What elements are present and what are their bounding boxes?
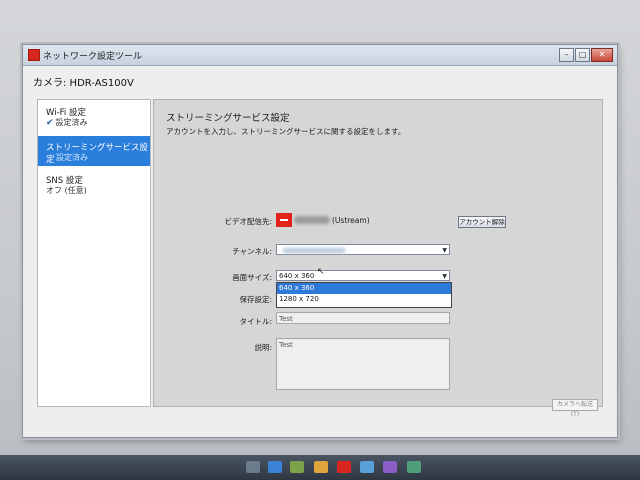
mouse-cursor-icon: ↖: [317, 267, 325, 277]
channel-label: チャンネル:: [232, 247, 272, 256]
sidebar-item-status: オフ (任意): [46, 186, 87, 195]
screen-size-label: 画面サイズ:: [232, 273, 272, 282]
screen-size-value: 640 x 360: [279, 272, 315, 280]
taskbar-app-icon[interactable]: [246, 461, 260, 473]
window-controls: – □ ✕: [559, 48, 613, 62]
chevron-down-icon: ▼: [442, 247, 447, 254]
ustream-logo-icon: [276, 213, 292, 227]
account-release-button[interactable]: アカウント解除: [458, 216, 506, 228]
sidebar-item-sns[interactable]: SNS 設定 オフ (任意): [38, 170, 150, 200]
check-icon: ✔: [46, 118, 54, 128]
close-button[interactable]: ✕: [591, 48, 613, 62]
service-name: (Ustream): [332, 216, 370, 225]
window-titlebar: ネットワーク設定ツール – □ ✕: [23, 45, 617, 66]
app-icon: [28, 49, 40, 61]
taskbar-app-icon[interactable]: [383, 461, 397, 473]
taskbar-app-icon[interactable]: [407, 461, 421, 473]
sidebar-item-status: 設定済み: [56, 153, 88, 162]
taskbar-app-icon[interactable]: [314, 461, 328, 473]
settings-sidebar: Wi-Fi 設定 ✔ 設定済み ストリーミングサービス設定 設定済み SNS 設定…: [37, 99, 151, 407]
network-settings-window: ネットワーク設定ツール – □ ✕ カメラ: HDR-AS100V Wi-Fi …: [22, 44, 618, 438]
camera-model-label: カメラ: HDR-AS100V: [33, 78, 134, 89]
description-label: 説明:: [254, 343, 272, 352]
screen-size-option[interactable]: 640 x 360: [277, 283, 451, 294]
description-textarea[interactable]: Test: [276, 338, 450, 390]
streaming-settings-panel: ストリーミングサービス設定 アカウントを入力し、ストリーミングサービスに関する設…: [153, 99, 603, 407]
page-title: ストリーミングサービス設定: [166, 113, 290, 124]
taskbar-active-app-icon[interactable]: [337, 461, 351, 473]
sidebar-item-status: ✔ 設定済み: [46, 118, 88, 128]
screen-size-dropdown: 640 x 360 1280 x 720: [276, 282, 452, 308]
page-description: アカウントを入力し、ストリーミングサービスに関する設定をします。: [166, 127, 406, 136]
transfer-to-camera-button[interactable]: カメラへ転送(T): [552, 399, 598, 418]
video-service-label: ビデオ配信先:: [224, 217, 272, 226]
title-label: タイトル:: [239, 317, 272, 326]
account-name-redacted: [294, 216, 330, 224]
taskbar-app-icon[interactable]: [360, 461, 374, 473]
minimize-button[interactable]: –: [559, 48, 574, 62]
sidebar-item-streaming[interactable]: ストリーミングサービス設定 設定済み: [38, 136, 150, 166]
screen-size-option[interactable]: 1280 x 720: [277, 294, 451, 305]
taskbar: [0, 455, 640, 480]
maximize-button[interactable]: □: [575, 48, 590, 62]
chevron-down-icon: ▼: [442, 273, 447, 280]
channel-value-redacted: [283, 248, 345, 253]
channel-select[interactable]: ▼: [276, 244, 450, 255]
screen-size-select[interactable]: 640 x 360 ▼: [276, 270, 450, 281]
taskbar-app-icon[interactable]: [290, 461, 304, 473]
sidebar-item-wifi[interactable]: Wi-Fi 設定 ✔ 設定済み: [38, 100, 150, 134]
save-setting-label: 保存設定:: [239, 295, 272, 304]
window-title: ネットワーク設定ツール: [43, 52, 143, 62]
taskbar-app-icon[interactable]: [268, 461, 282, 473]
title-input[interactable]: Test: [276, 312, 450, 324]
